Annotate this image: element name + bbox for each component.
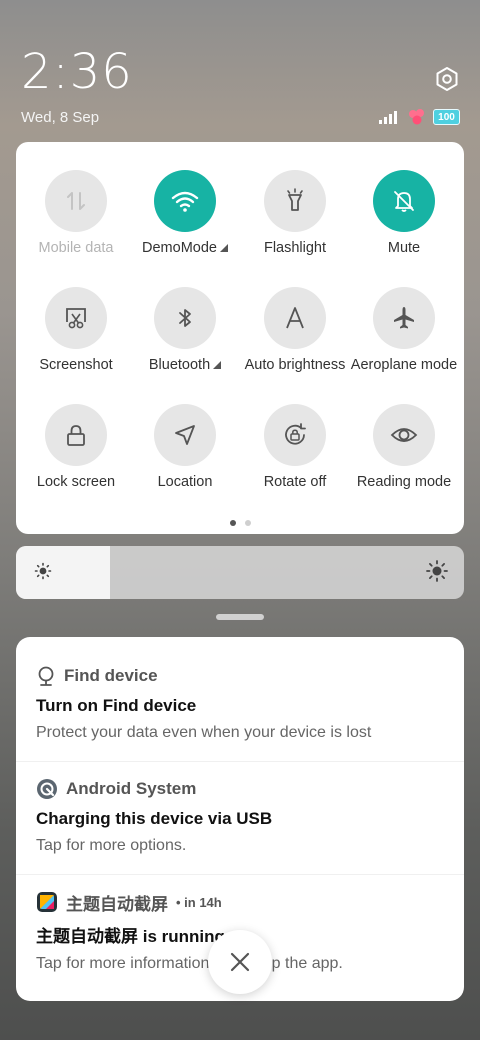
tile-aeroplane-mode[interactable]: Aeroplane mode — [349, 287, 459, 373]
brightness-high-icon — [426, 560, 448, 582]
tile-label: Reading mode — [356, 474, 452, 490]
date[interactable]: Wed, 8 Sep — [21, 109, 99, 126]
tile-label: Auto brightness — [244, 357, 346, 373]
find-device-icon — [38, 666, 54, 686]
notification-body: Tap for more options. — [36, 837, 187, 854]
expand-arrow-icon[interactable] — [213, 361, 222, 369]
page-dot-1[interactable] — [229, 520, 236, 526]
tile-auto-brightness[interactable]: Auto brightness — [240, 287, 350, 373]
notification-app-name: Find device — [64, 666, 158, 685]
drag-handle[interactable] — [216, 614, 264, 620]
tile-rotate-off[interactable]: Rotate off — [240, 404, 350, 490]
rotate-lock-icon — [264, 404, 326, 466]
tile-lock-screen[interactable]: Lock screen — [21, 404, 131, 490]
notification-app-icon — [409, 109, 424, 125]
tile-label: Bluetooth — [130, 357, 240, 373]
lock-icon — [45, 404, 107, 466]
clock[interactable]: 2:36 — [21, 48, 133, 96]
tile-location[interactable]: Location — [130, 404, 240, 490]
quick-settings-panel: Mobile data DemoMode Flashlight Mute Scr… — [16, 142, 464, 534]
tile-label: DemoMode — [130, 240, 240, 256]
tile-flashlight[interactable]: Flashlight — [240, 170, 350, 256]
auto-brightness-icon — [264, 287, 326, 349]
notification-time: • in 14h — [176, 894, 222, 910]
eye-icon — [373, 404, 435, 466]
android-system-icon — [37, 779, 57, 799]
tile-label: Flashlight — [263, 240, 327, 256]
settings-gear-icon[interactable] — [434, 66, 460, 92]
page-indicator — [16, 520, 464, 526]
app-icon — [37, 892, 57, 912]
notification-title: Turn on Find device — [36, 696, 197, 715]
brightness-level — [16, 546, 111, 599]
tile-screenshot[interactable]: Screenshot — [21, 287, 131, 373]
signal-icon — [379, 111, 397, 124]
close-icon — [230, 952, 250, 972]
battery-icon: 100 — [433, 109, 460, 125]
bell-off-icon — [373, 170, 435, 232]
tile-label: Aeroplane mode — [350, 357, 458, 373]
notification-find-device[interactable]: Find device Turn on Find device Protect … — [16, 637, 464, 750]
tile-label: Screenshot — [39, 357, 113, 373]
tile-label: Mobile data — [38, 240, 114, 256]
status-icons: 100 — [379, 107, 460, 127]
tile-wifi[interactable]: DemoMode — [130, 170, 240, 256]
tile-label: Location — [157, 474, 213, 490]
notification-body: Protect your data even when your device … — [36, 724, 372, 741]
clear-all-button[interactable] — [208, 930, 272, 994]
notification-android-system[interactable]: Android System Charging this device via … — [16, 750, 464, 863]
brightness-slider[interactable] — [16, 546, 464, 599]
tile-bluetooth[interactable]: Bluetooth — [130, 287, 240, 373]
notification-title: Charging this device via USB — [36, 809, 273, 828]
tile-label: Mute — [387, 240, 421, 256]
airplane-icon — [373, 287, 435, 349]
tile-reading-mode[interactable]: Reading mode — [349, 404, 459, 490]
notification-app-name: Android System — [66, 779, 197, 798]
tile-label: Rotate off — [263, 474, 327, 490]
tile-mute[interactable]: Mute — [349, 170, 459, 256]
page-dot-2[interactable] — [244, 520, 251, 526]
expand-arrow-icon[interactable] — [219, 244, 228, 252]
tile-mobile-data[interactable]: Mobile data — [21, 170, 131, 256]
notification-app-name: 主题自动截屏 — [66, 894, 168, 914]
tile-label: Lock screen — [36, 474, 116, 490]
screenshot-icon — [45, 287, 107, 349]
brightness-low-icon — [34, 562, 52, 580]
location-icon — [154, 404, 216, 466]
bluetooth-icon — [154, 287, 216, 349]
mobile-data-icon — [45, 170, 107, 232]
flashlight-icon — [264, 170, 326, 232]
wifi-icon — [154, 170, 216, 232]
